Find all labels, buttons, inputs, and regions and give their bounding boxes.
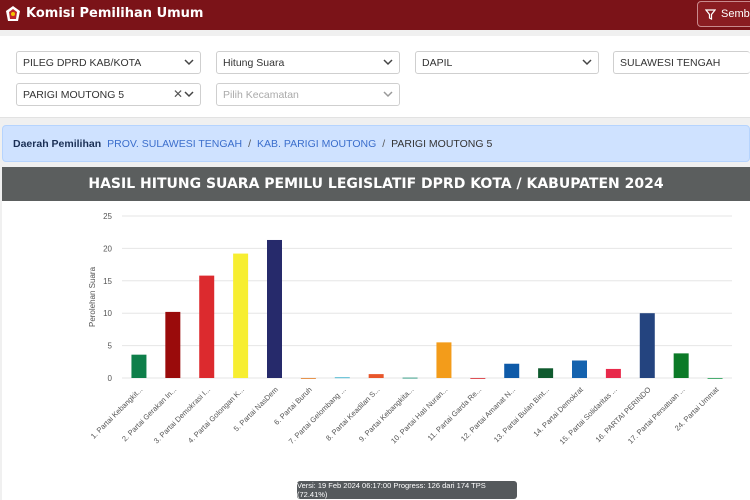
- bar[interactable]: [402, 377, 418, 379]
- count-mode-value: Hitung Suara: [223, 56, 285, 69]
- chevron-down-icon: [184, 91, 194, 98]
- chart-card: HASIL HITUNG SUARA PEMILU LEGISLATIF DPR…: [2, 167, 750, 500]
- bar[interactable]: [707, 378, 723, 379]
- breadcrumb-item-regency[interactable]: KAB. PARIGI MOUTONG: [257, 138, 376, 150]
- app-title: Komisi Pemilihan Umum: [26, 6, 204, 21]
- progress-tooltip: Versi: 19 Feb 2024 06:17:00 Progress: 12…: [297, 481, 517, 499]
- bar[interactable]: [436, 342, 452, 378]
- x-tick-label: 10. Partai Hati Nuran...: [389, 385, 449, 445]
- bar[interactable]: [572, 360, 587, 378]
- kpu-logo-icon: [6, 6, 20, 21]
- region-select[interactable]: PARIGI MOUTONG 5 ✕: [16, 83, 201, 106]
- election-type-value: PILEG DPRD KAB/KOTA: [23, 56, 142, 69]
- y-tick-label: 5: [108, 342, 113, 351]
- kecamatan-select[interactable]: Pilih Kecamatan: [216, 83, 400, 106]
- chevron-down-icon: [184, 59, 194, 66]
- breadcrumb: Daerah Pemilihan PROV. SULAWESI TENGAH /…: [2, 125, 750, 162]
- y-tick-label: 10: [103, 309, 112, 318]
- x-tick-label: 17. Partai Persatuan ...: [626, 385, 687, 446]
- chevron-down-icon: [383, 59, 393, 66]
- filter-toggle-button[interactable]: Sembu: [697, 1, 750, 27]
- count-mode-select[interactable]: Hitung Suara: [216, 51, 400, 74]
- filter-toggle-label: Sembu: [721, 8, 750, 20]
- x-tick-label: 3. Partai Demokrasi I...: [152, 385, 212, 445]
- dapil-value: DAPIL: [422, 56, 453, 69]
- x-tick-label: 15. Partai Solidaritas ...: [558, 385, 619, 446]
- y-tick-label: 20: [103, 244, 112, 253]
- bar[interactable]: [334, 377, 350, 379]
- bar[interactable]: [470, 378, 486, 379]
- breadcrumb-current: PARIGI MOUTONG 5: [391, 137, 493, 150]
- clear-icon[interactable]: ✕: [173, 87, 183, 101]
- region-value: PARIGI MOUTONG 5: [23, 88, 125, 101]
- bar[interactable]: [199, 275, 215, 378]
- province-value: SULAWESI TENGAH: [620, 56, 721, 69]
- bar-chart: 0510152025Perolehan Suara1. Partai Keban…: [88, 212, 732, 446]
- filter-panel: PILEG DPRD KAB/KOTA Hitung Suara DAPIL S…: [0, 36, 750, 118]
- y-tick-label: 25: [103, 212, 112, 221]
- breadcrumb-label: Daerah Pemilihan: [13, 137, 102, 150]
- bar[interactable]: [538, 368, 554, 378]
- dapil-select[interactable]: DAPIL: [415, 51, 599, 74]
- bar[interactable]: [673, 353, 689, 378]
- x-tick-label: 4. Partai Golongan K...: [186, 385, 246, 445]
- kecamatan-placeholder: Pilih Kecamatan: [223, 88, 299, 101]
- election-type-select[interactable]: PILEG DPRD KAB/KOTA: [16, 51, 201, 74]
- bar[interactable]: [131, 354, 147, 378]
- bar[interactable]: [504, 363, 520, 378]
- y-tick-label: 15: [103, 277, 112, 286]
- province-select[interactable]: SULAWESI TENGAH: [613, 51, 750, 74]
- bar[interactable]: [267, 239, 282, 378]
- y-axis-label: Perolehan Suara: [88, 266, 97, 327]
- chart-title: HASIL HITUNG SUARA PEMILU LEGISLATIF DPR…: [2, 167, 750, 201]
- top-navbar: Komisi Pemilihan Umum Sembu: [0, 0, 750, 30]
- breadcrumb-separator: /: [248, 137, 252, 150]
- y-tick-label: 0: [108, 374, 113, 383]
- bar[interactable]: [605, 368, 621, 378]
- breadcrumb-item-province[interactable]: PROV. SULAWESI TENGAH: [107, 138, 242, 150]
- x-tick-label: 7. Partai Gelombang ...: [287, 385, 348, 446]
- bar[interactable]: [639, 313, 655, 378]
- bar[interactable]: [368, 374, 384, 378]
- breadcrumb-separator: /: [382, 137, 386, 150]
- filter-icon: [705, 8, 716, 20]
- chevron-down-icon: [383, 91, 393, 98]
- chevron-down-icon: [582, 59, 592, 66]
- bar[interactable]: [233, 253, 249, 378]
- bar[interactable]: [300, 378, 316, 379]
- bar[interactable]: [165, 311, 181, 378]
